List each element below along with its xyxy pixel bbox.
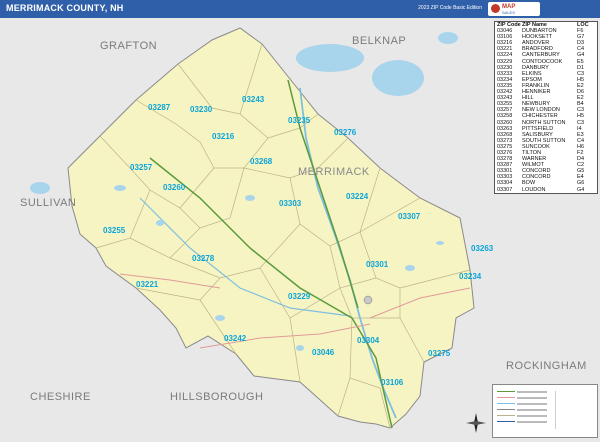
map-title: MERRIMACK COUNTY, NH <box>6 3 124 13</box>
zip-label: 03275 <box>428 349 451 358</box>
zip-label: 03242 <box>224 334 247 343</box>
zip-label: 03263 <box>471 244 494 253</box>
zip-label: 03230 <box>190 105 213 114</box>
county-label-cheshire: CHESHIRE <box>30 391 91 403</box>
zip-label: 03255 <box>103 226 126 235</box>
zip-label: 03278 <box>192 254 215 263</box>
zip-index-cell: G4 <box>577 186 585 193</box>
zip-index-row: 03307 LOUDON G4 <box>495 187 597 193</box>
lake-winnipesaukee <box>296 44 364 72</box>
county-label-rockingham: ROCKINGHAM <box>506 360 587 372</box>
map-page: MERRIMACK COUNTY, NH 2023 ZIP Code Basic… <box>0 0 600 442</box>
zip-label: 03221 <box>136 280 159 289</box>
lake-sullivan <box>30 182 50 194</box>
zip-label: 03216 <box>212 132 235 141</box>
zip-label: 03106 <box>381 378 404 387</box>
zip-label: 03046 <box>312 348 335 357</box>
zip-label: 03224 <box>346 192 369 201</box>
zip-index-cell: 03307 <box>497 186 513 193</box>
map-subtitle: 2023 ZIP Code Basic Edition <box>418 5 482 11</box>
zip-index-table: ZIP Code ZIP Name LOC 03046 DUNBARTON F6 03106… <box>494 21 598 194</box>
zip-label: 03243 <box>242 95 265 104</box>
lake-belknap <box>372 60 424 96</box>
zip-label: 03260 <box>163 183 186 192</box>
north-arrow-icon <box>466 413 486 433</box>
concord-urban-area <box>363 295 373 305</box>
zip-label: 03303 <box>279 199 302 208</box>
county-label-belknap: BELKNAP <box>352 35 407 47</box>
zip-label: 03276 <box>334 128 357 137</box>
zip-label: 03257 <box>130 163 153 172</box>
zip-label: 03268 <box>250 157 273 166</box>
zip-label: 03307 <box>398 212 421 221</box>
zip-label: 03287 <box>148 103 171 112</box>
logo-icon: MAP SALES <box>488 2 540 16</box>
county-label-sullivan: SULLIVAN <box>20 197 77 209</box>
zip-label: 03304 <box>357 336 380 345</box>
zip-label: 03234 <box>459 272 482 281</box>
county-label-hillsborough: HILLSBOROUGH <box>170 391 264 403</box>
title-bar: MERRIMACK COUNTY, NH 2023 ZIP Code Basic… <box>0 0 600 18</box>
county-label-merrimack: MERRIMACK <box>298 166 370 178</box>
map-legend <box>492 384 598 438</box>
lake-small-1 <box>438 32 458 44</box>
zip-index-cell: LOUDON <box>522 186 546 193</box>
county-label-grafton: GRAFTON <box>100 40 158 52</box>
zip-label: 03301 <box>366 260 389 269</box>
zip-label: 03229 <box>288 292 311 301</box>
zip-label: 03235 <box>288 116 311 125</box>
